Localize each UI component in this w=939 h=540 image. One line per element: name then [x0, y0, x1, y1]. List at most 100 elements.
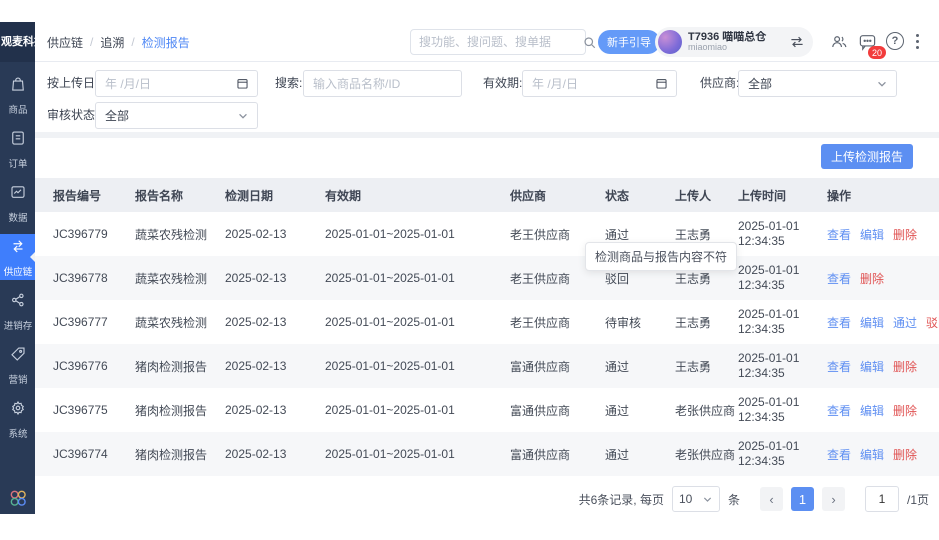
total-pages: /1页: [907, 491, 929, 508]
breadcrumb-item[interactable]: 供应链: [47, 34, 83, 51]
table-row: JC396777 蔬菜农残检测 2025-02-13 2025-01-01~20…: [35, 300, 939, 344]
action-delete[interactable]: 删除: [893, 446, 917, 463]
upload-date-input[interactable]: [96, 77, 236, 91]
page-number-current[interactable]: 1: [791, 487, 814, 511]
supplier: 富通供应商: [510, 358, 605, 375]
status: 通过: [605, 446, 675, 463]
test-date: 2025-02-13: [225, 271, 325, 285]
action-edit[interactable]: 编辑: [860, 314, 884, 331]
sidebar-item-marketing[interactable]: 营销: [0, 342, 35, 388]
sidebar-item-label: 数据: [8, 209, 27, 223]
upload-time: 2025-01-0112:34:35: [738, 263, 827, 293]
validity: 2025-01-01~2025-01-01: [325, 403, 510, 417]
sidebar-item-inventory[interactable]: 进销存: [0, 288, 35, 334]
validity-filter-label: 有效期:: [483, 70, 522, 97]
next-page-button[interactable]: ›: [822, 487, 845, 511]
sidebar-item-supply-chain[interactable]: 供应链: [0, 234, 35, 280]
table-row: JC396779 蔬菜农残检测 2025-02-13 2025-01-01~20…: [35, 212, 939, 256]
filter-panel: 按上传日期 搜索: 有效期: 供应商: 全部 审核状态:: [35, 62, 939, 132]
validity-date-input[interactable]: [523, 77, 655, 91]
action-edit[interactable]: 编辑: [860, 358, 884, 375]
sidebar-item-label: 营销: [8, 371, 27, 385]
bag-icon: [9, 75, 27, 98]
breadcrumb-current: 检测报告: [142, 34, 190, 51]
upload-report-button[interactable]: 上传检测报告: [821, 144, 913, 169]
validity-date-picker: [522, 70, 677, 97]
action-view[interactable]: 查看: [827, 226, 851, 243]
page-size-select[interactable]: 10: [672, 486, 720, 512]
supplier: 老王供应商: [510, 314, 605, 331]
action-view[interactable]: 查看: [827, 446, 851, 463]
breadcrumb-separator: /: [90, 35, 93, 49]
row-actions: 查看编辑删除: [827, 226, 939, 243]
table-body: JC396779 蔬菜农残检测 2025-02-13 2025-01-01~20…: [35, 212, 939, 476]
global-search-input[interactable]: [411, 35, 582, 49]
validity: 2025-01-01~2025-01-01: [325, 447, 510, 461]
action-view[interactable]: 查看: [827, 270, 851, 287]
validity: 2025-01-01~2025-01-01: [325, 359, 510, 373]
search-icon[interactable]: [582, 35, 597, 50]
supplier-select[interactable]: 全部: [738, 70, 897, 97]
apps-clover-icon[interactable]: [8, 488, 28, 508]
sidebar-item-orders[interactable]: 订单: [0, 126, 35, 172]
beginner-guide-button[interactable]: 新手引导: [598, 30, 660, 54]
row-actions: 查看编辑删除: [827, 402, 939, 419]
user-menu[interactable]: T7936 喵喵总仓 miaomiao: [655, 27, 813, 57]
col-uploader: 上传人: [675, 187, 738, 204]
product-search-input[interactable]: [304, 77, 461, 91]
sidebar-item-system[interactable]: 系统: [0, 396, 35, 442]
action-edit[interactable]: 编辑: [860, 402, 884, 419]
more-menu-icon[interactable]: [916, 34, 919, 49]
row-actions: 查看编辑通过驳回: [827, 314, 939, 331]
share-nodes-icon: [9, 291, 27, 314]
action-view[interactable]: 查看: [827, 314, 851, 331]
report-name: 蔬菜农残检测: [135, 270, 225, 287]
breadcrumb-item[interactable]: 追溯: [100, 34, 124, 51]
calendar-icon[interactable]: [655, 77, 668, 90]
validity: 2025-01-01~2025-01-01: [325, 271, 510, 285]
audit-status-select[interactable]: 全部: [95, 102, 258, 129]
chevron-down-icon: [876, 78, 888, 90]
avatar[interactable]: [658, 30, 682, 54]
action-view[interactable]: 查看: [827, 402, 851, 419]
page: 观麦科技 商品 订单 数据 供应链 进销存: [0, 0, 939, 540]
audit-status-label: 审核状态:: [47, 102, 98, 129]
prev-page-button[interactable]: ‹: [760, 487, 783, 511]
upload-time: 2025-01-0112:34:35: [738, 351, 827, 381]
sidebar-item-goods[interactable]: 商品: [0, 72, 35, 118]
col-report-name: 报告名称: [135, 187, 225, 204]
supplier: 老王供应商: [510, 226, 605, 243]
notification-badge: 20: [868, 46, 886, 59]
sidebar-item-data[interactable]: 数据: [0, 180, 35, 226]
report-name: 蔬菜农残检测: [135, 226, 225, 243]
action-delete[interactable]: 删除: [893, 226, 917, 243]
help-icon[interactable]: ?: [886, 32, 904, 50]
search-filter-label: 搜索:: [275, 70, 302, 97]
action-edit[interactable]: 编辑: [860, 226, 884, 243]
action-reject[interactable]: 驳回: [926, 314, 939, 331]
row-actions: 查看编辑删除: [827, 446, 939, 463]
uploader: 老张供应商: [675, 446, 738, 463]
action-delete[interactable]: 删除: [893, 358, 917, 375]
switch-account-icon[interactable]: [789, 35, 805, 49]
report-id: JC396779: [53, 227, 135, 241]
calendar-icon[interactable]: [236, 77, 249, 90]
top-bar: 供应链 / 追溯 / 检测报告 新手引导 T7936 喵喵总仓 miaomiao…: [0, 22, 939, 62]
action-delete[interactable]: 删除: [860, 270, 884, 287]
sidebar-item-label: 系统: [8, 425, 27, 439]
breadcrumb-separator: /: [131, 35, 134, 49]
action-edit[interactable]: 编辑: [860, 446, 884, 463]
status: 待审核: [605, 314, 675, 331]
main-content: 按上传日期 搜索: 有效期: 供应商: 全部 审核状态:: [35, 62, 939, 514]
report-name: 蔬菜农残检测: [135, 314, 225, 331]
row-actions: 查看删除: [827, 270, 939, 287]
action-delete[interactable]: 删除: [893, 402, 917, 419]
page-jump-input[interactable]: [865, 486, 899, 512]
action-view[interactable]: 查看: [827, 358, 851, 375]
order-icon: [9, 129, 27, 152]
uploader: 王志勇: [675, 270, 738, 287]
validity: 2025-01-01~2025-01-01: [325, 315, 510, 329]
contacts-icon[interactable]: [830, 33, 849, 50]
app-logo: 观麦科技: [0, 22, 35, 62]
action-approve[interactable]: 通过: [893, 314, 917, 331]
